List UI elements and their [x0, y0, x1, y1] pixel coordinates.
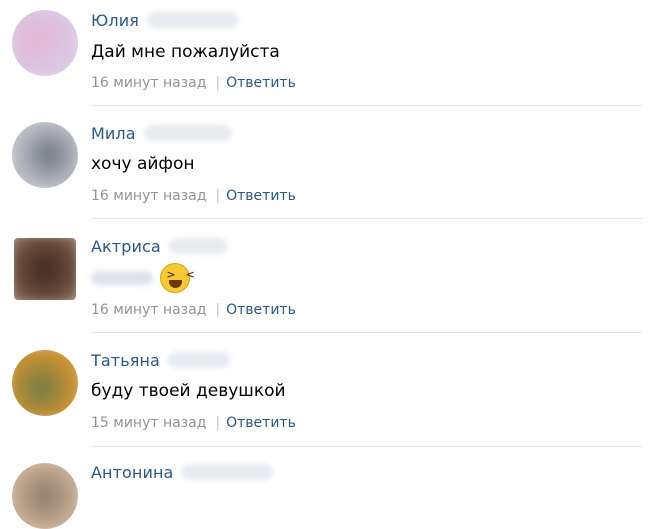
meta-separator: |	[215, 188, 221, 204]
comment-time[interactable]: 15 минут назад	[91, 415, 206, 431]
comment-time[interactable]: 16 минут назад	[91, 302, 206, 318]
laughing-emoji-icon	[160, 263, 198, 293]
blurred-surname	[143, 125, 232, 141]
avatar[interactable]	[12, 122, 78, 188]
comment-text: Дай мне пожалуйста	[91, 42, 280, 62]
blurred-surname	[167, 352, 230, 368]
reply-link[interactable]: Ответить	[226, 75, 296, 91]
blurred-surname	[146, 12, 239, 28]
blurred-surname	[181, 464, 274, 480]
meta-separator: |	[215, 415, 221, 431]
meta-separator: |	[215, 302, 221, 318]
comment-text: буду твоей девушкой	[91, 381, 286, 401]
comments-list: Юлия Дай мне пожалуйста 16 минут назад |…	[0, 0, 660, 529]
author-name[interactable]: Мила	[91, 124, 136, 143]
reply-link[interactable]: Ответить	[226, 188, 296, 204]
divider	[91, 446, 642, 447]
reply-link[interactable]: Ответить	[226, 302, 296, 318]
blurred-surname	[168, 238, 227, 254]
divider	[91, 105, 642, 106]
divider	[91, 332, 642, 333]
reply-link[interactable]: Ответить	[226, 415, 296, 431]
comment-text	[91, 263, 198, 293]
author-name[interactable]: Актриса	[91, 237, 161, 256]
avatar[interactable]	[14, 238, 76, 300]
avatar[interactable]	[12, 350, 78, 416]
author-name[interactable]: Татьяна	[91, 351, 160, 370]
comment-text: хочу айфон	[91, 154, 195, 174]
author-name[interactable]: Антонина	[91, 463, 173, 482]
avatar[interactable]	[12, 463, 78, 529]
comment-time[interactable]: 16 минут назад	[91, 75, 206, 91]
meta-separator: |	[215, 75, 221, 91]
blurred-text	[91, 271, 153, 285]
divider	[91, 218, 642, 219]
author-name[interactable]: Юлия	[91, 11, 139, 30]
avatar[interactable]	[12, 10, 78, 76]
comment-time[interactable]: 16 минут назад	[91, 188, 206, 204]
